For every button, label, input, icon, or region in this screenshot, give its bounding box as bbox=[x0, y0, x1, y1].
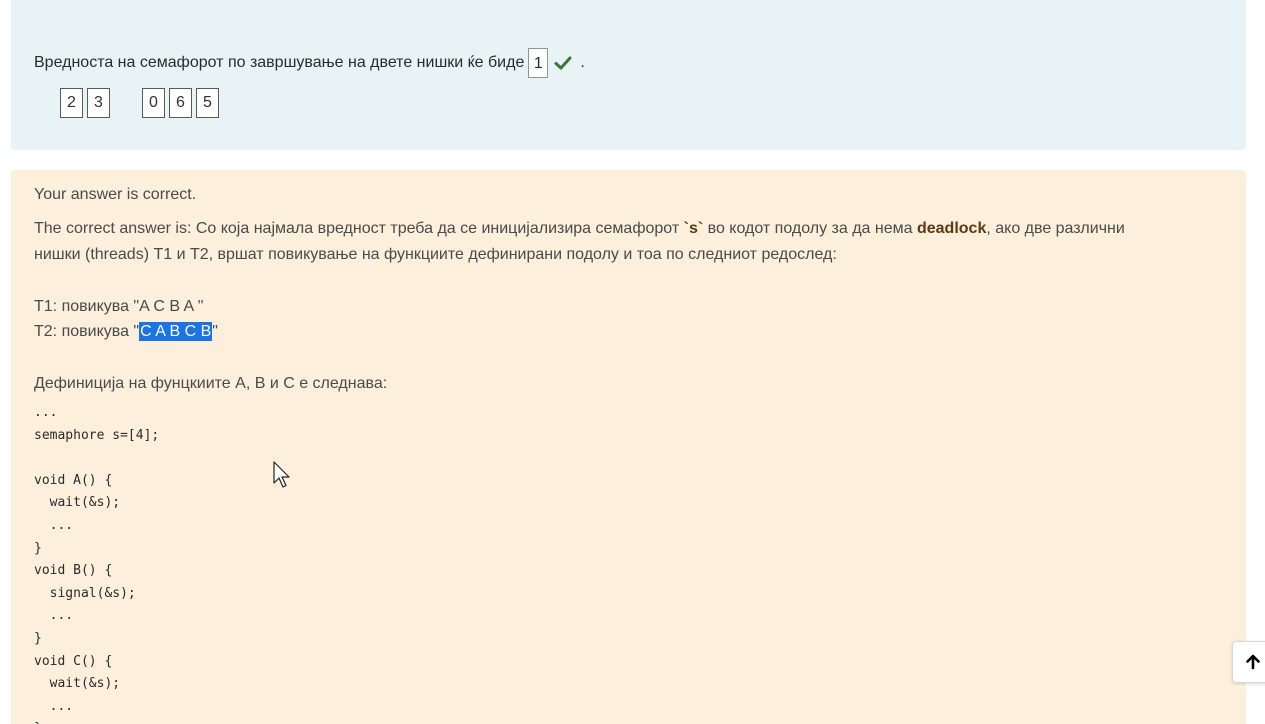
code-block: ... semaphore s=[4]; void A() { wait(&s)… bbox=[34, 405, 160, 724]
thread-t2-line: T2: повикува "C A B C B" bbox=[34, 322, 218, 341]
choice-item[interactable]: 5 bbox=[196, 88, 219, 118]
choice-item[interactable]: 3 bbox=[87, 88, 110, 118]
check-icon bbox=[554, 56, 572, 70]
t2-suffix: " bbox=[212, 323, 218, 340]
correct-answer-line-2: нишки (threads) T1 и T2, вршат повикувањ… bbox=[34, 246, 837, 263]
definition-line: Дефиниција на фунцкиите A, B и C е следн… bbox=[34, 375, 388, 392]
semaphore-name: `s` bbox=[683, 220, 704, 237]
choice-item[interactable]: 2 bbox=[60, 88, 83, 118]
sentence-period: . bbox=[580, 54, 585, 71]
drag-choices: 2 3 0 6 5 bbox=[60, 88, 223, 118]
choice-item[interactable]: 6 bbox=[169, 88, 192, 118]
choice-item[interactable]: 0 bbox=[142, 88, 165, 118]
question-sentence: Вредноста на семафорот по завршување на … bbox=[34, 48, 585, 78]
page: Вредноста на семафорот по завршување на … bbox=[0, 0, 1265, 724]
t2-prefix: T2: повикува " bbox=[34, 323, 140, 340]
arrow-up-icon bbox=[1246, 654, 1260, 670]
scroll-to-top-button[interactable] bbox=[1232, 641, 1265, 683]
thread-t1-line: T1: повикува "A C B A " bbox=[34, 298, 204, 315]
deadlock-term: deadlock bbox=[916, 220, 987, 237]
question-text: Вредноста на семафорот по завршување на … bbox=[34, 54, 525, 71]
correct-message: Your answer is correct. bbox=[34, 186, 197, 203]
answer-suffix: , ако две различни bbox=[986, 220, 1125, 237]
correct-answer-line-1: The correct answer is: Со која најмала в… bbox=[34, 220, 1125, 238]
answer-prefix: The correct answer is: Со која најмала в… bbox=[34, 220, 684, 237]
answer-input[interactable]: 1 bbox=[528, 48, 549, 78]
selected-text: C A B C B bbox=[139, 322, 213, 341]
answer-mid: во кодот подолу за да нема bbox=[703, 220, 917, 237]
mouse-cursor-icon bbox=[273, 461, 290, 488]
